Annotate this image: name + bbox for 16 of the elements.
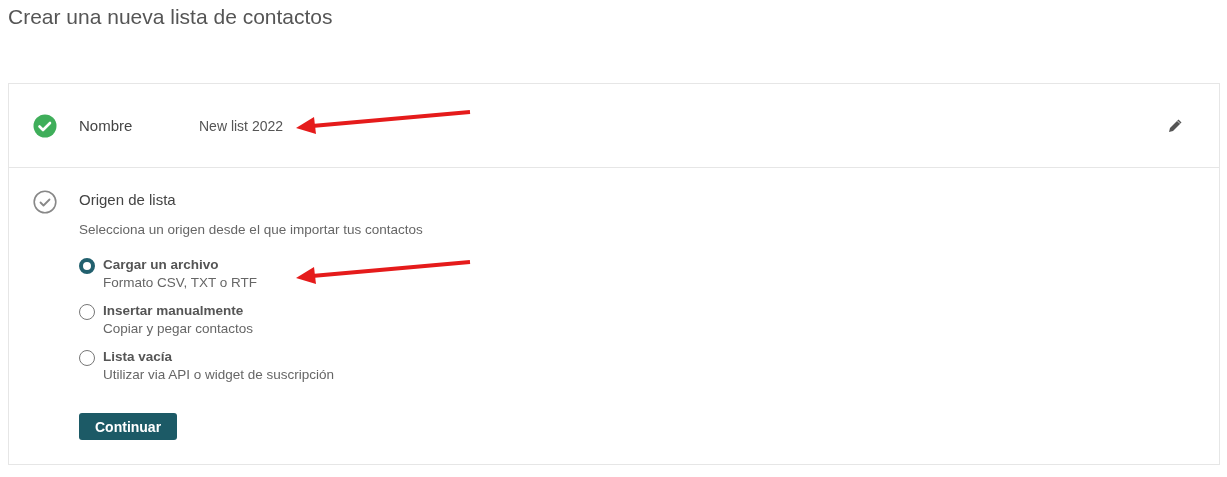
- step-label: Nombre: [79, 117, 134, 134]
- radio-button[interactable]: [79, 350, 95, 366]
- option-label: Cargar un archivo: [103, 257, 220, 272]
- radio-button[interactable]: [79, 304, 95, 320]
- option-hint: Copiar y pegar contactos: [103, 321, 254, 336]
- page-title: Crear una nueva lista de contactos: [8, 5, 334, 30]
- option-label: Insertar manualmente: [103, 303, 245, 318]
- step-description: Selecciona un origen desde el que importar tus contactos: [79, 222, 423, 237]
- pencil-icon[interactable]: [1167, 117, 1183, 134]
- option-hint: Formato CSV, TXT o RTF: [103, 275, 258, 290]
- step-value: New list 2022: [199, 117, 284, 134]
- continue-button[interactable]: Continuar: [79, 413, 178, 440]
- option-hint: Utilizar via API o widget de suscripción: [103, 367, 335, 382]
- radio-button[interactable]: [79, 258, 95, 274]
- option-label: Lista vacía: [103, 349, 174, 364]
- step-label: Origen de lista: [79, 191, 177, 208]
